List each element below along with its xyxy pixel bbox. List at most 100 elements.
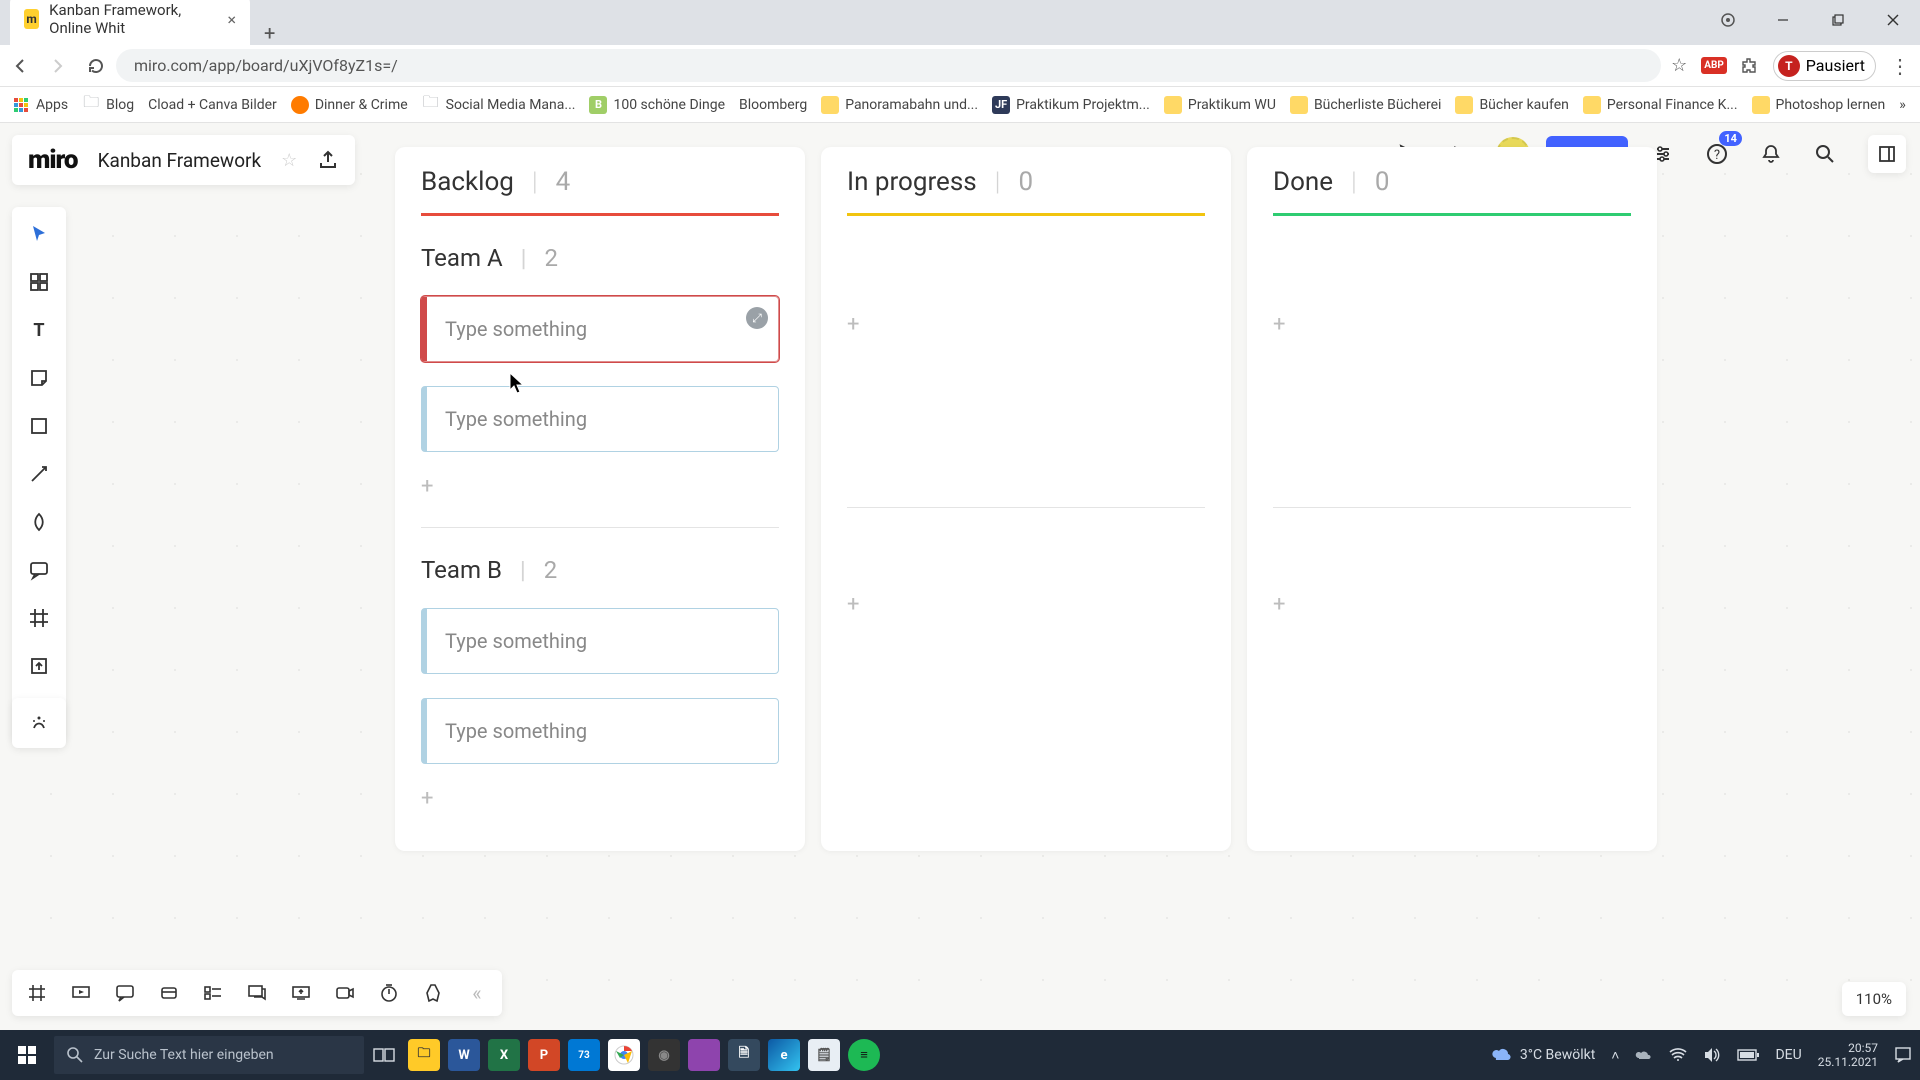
- kanban-column-done[interactable]: Done | 0 + +: [1247, 147, 1657, 851]
- zoom-level[interactable]: 110%: [1842, 982, 1906, 1016]
- bookmark-item[interactable]: Panoramabahn und...: [821, 96, 978, 114]
- export-icon[interactable]: [317, 149, 339, 171]
- taskbar-app-calendar[interactable]: 73: [564, 1035, 604, 1075]
- bookmark-item[interactable]: Bloomberg: [739, 97, 807, 113]
- tray-onedrive-icon[interactable]: [1635, 1048, 1653, 1062]
- taskbar-app-misc1[interactable]: [684, 1035, 724, 1075]
- new-tab-button[interactable]: +: [250, 21, 289, 45]
- bookmark-item[interactable]: Cload + Canva Bilder: [148, 97, 277, 113]
- text-tool-icon[interactable]: T: [22, 313, 56, 347]
- kanban-card[interactable]: Type something: [421, 698, 779, 764]
- notifications-icon[interactable]: [1752, 135, 1790, 173]
- bookmark-item[interactable]: 🗀Social Media Mana...: [422, 96, 576, 114]
- maximize-button[interactable]: [1810, 0, 1865, 40]
- bookmark-overflow-icon[interactable]: »: [1899, 97, 1906, 113]
- bookmark-item[interactable]: Personal Finance K...: [1583, 96, 1738, 114]
- bookmark-item[interactable]: JFPraktikum Projektm...: [992, 96, 1150, 114]
- taskbar-app-excel[interactable]: X: [484, 1035, 524, 1075]
- shape-tool-icon[interactable]: [22, 409, 56, 443]
- kanban-card[interactable]: Type something ⤢: [421, 296, 779, 362]
- frames-tool-icon[interactable]: [20, 976, 54, 1010]
- screen-share-tool-icon[interactable]: [284, 976, 318, 1010]
- abp-extension-icon[interactable]: ABP: [1701, 57, 1727, 74]
- taskbar-app-notepad[interactable]: 🗒: [804, 1035, 844, 1075]
- tray-date[interactable]: 25.11.2021: [1818, 1055, 1878, 1069]
- help-icon[interactable]: ? 14: [1698, 135, 1736, 173]
- magic-tool-icon[interactable]: [22, 706, 56, 740]
- miro-logo[interactable]: miro: [28, 145, 78, 175]
- bookmark-apps[interactable]: Apps: [12, 96, 68, 114]
- close-window-button[interactable]: [1865, 0, 1920, 40]
- taskbar-app-explorer[interactable]: 🗀: [404, 1035, 444, 1075]
- taskbar-app-powerpoint[interactable]: P: [524, 1035, 564, 1075]
- presentation-tool-icon[interactable]: [64, 976, 98, 1010]
- add-card-button[interactable]: +: [847, 592, 1205, 617]
- pen-tool-icon[interactable]: [22, 505, 56, 539]
- kanban-column-backlog[interactable]: Backlog | 4 Team A | 2 Type something ⤢ …: [395, 147, 805, 851]
- favorite-star-icon[interactable]: ☆: [281, 150, 297, 171]
- chrome-badge-icon[interactable]: [1700, 0, 1755, 40]
- back-button[interactable]: [10, 56, 30, 76]
- expand-card-icon[interactable]: ⤢: [746, 307, 768, 329]
- kanban-column-inprogress[interactable]: In progress | 0 + +: [821, 147, 1231, 851]
- bookmark-item[interactable]: Bücher kaufen: [1455, 96, 1568, 114]
- select-tool-icon[interactable]: [22, 217, 56, 251]
- add-card-button[interactable]: +: [421, 786, 779, 811]
- toggle-panel-icon[interactable]: [1868, 135, 1906, 173]
- bookmark-item[interactable]: B100 schöne Dinge: [589, 96, 725, 114]
- add-card-button[interactable]: +: [1273, 592, 1631, 617]
- minimize-button[interactable]: [1755, 0, 1810, 40]
- kanban-card[interactable]: Type something: [421, 608, 779, 674]
- tray-network-icon[interactable]: [1669, 1048, 1687, 1062]
- chat-tool-icon[interactable]: [240, 976, 274, 1010]
- tray-language[interactable]: DEU: [1775, 1047, 1801, 1063]
- weather-widget[interactable]: 3°C Bewölkt: [1490, 1044, 1595, 1066]
- timer-tool-icon[interactable]: [372, 976, 406, 1010]
- card-panel-icon[interactable]: [152, 976, 186, 1010]
- board-title[interactable]: Kanban Framework: [98, 149, 262, 172]
- bookmark-star-icon[interactable]: ☆: [1671, 55, 1687, 76]
- add-card-button[interactable]: +: [847, 312, 1205, 337]
- tab-close-icon[interactable]: ×: [227, 10, 236, 29]
- chrome-menu-icon[interactable]: ⋮: [1890, 54, 1910, 78]
- add-card-button[interactable]: +: [1273, 312, 1631, 337]
- sticky-note-tool-icon[interactable]: [22, 361, 56, 395]
- address-bar[interactable]: miro.com/app/board/uXjVOf8yZ1s=/: [116, 49, 1661, 82]
- taskbar-app-chrome[interactable]: [604, 1035, 644, 1075]
- extensions-icon[interactable]: [1741, 57, 1759, 75]
- upload-tool-icon[interactable]: [22, 649, 56, 683]
- taskbar-app-edge[interactable]: e: [764, 1035, 804, 1075]
- comment-tool-icon[interactable]: [22, 553, 56, 587]
- taskbar-app-word[interactable]: W: [444, 1035, 484, 1075]
- taskbar-app-misc2[interactable]: 🗎: [724, 1035, 764, 1075]
- templates-tool-icon[interactable]: [22, 265, 56, 299]
- browser-tab[interactable]: m Kanban Framework, Online Whit ×: [10, 0, 250, 45]
- frame-tool-icon[interactable]: [22, 601, 56, 635]
- collapse-toolbar-icon[interactable]: «: [460, 976, 494, 1010]
- bookmark-item[interactable]: Photoshop lernen: [1752, 96, 1886, 114]
- taskbar-search[interactable]: Zur Suche Text hier eingeben: [54, 1036, 364, 1074]
- start-button[interactable]: [0, 1045, 54, 1065]
- search-icon[interactable]: [1806, 135, 1844, 173]
- activity-tool-icon[interactable]: [196, 976, 230, 1010]
- tray-notifications-icon[interactable]: [1894, 1046, 1912, 1064]
- video-tool-icon[interactable]: [328, 976, 362, 1010]
- taskbar-app-spotify[interactable]: ≡: [844, 1035, 884, 1075]
- profile-badge[interactable]: T Pausiert: [1773, 51, 1876, 81]
- task-view-icon[interactable]: [364, 1035, 404, 1075]
- connection-line-tool-icon[interactable]: [22, 457, 56, 491]
- bookmark-item[interactable]: 🗀Blog: [82, 96, 134, 114]
- tray-battery-icon[interactable]: [1737, 1049, 1759, 1061]
- comments-panel-icon[interactable]: [108, 976, 142, 1010]
- taskbar-app-obs[interactable]: ◉: [644, 1035, 684, 1075]
- tray-time[interactable]: 20:57: [1848, 1041, 1878, 1055]
- tray-volume-icon[interactable]: [1703, 1047, 1721, 1063]
- add-card-button[interactable]: +: [421, 474, 779, 499]
- bookmark-item[interactable]: Praktikum WU: [1164, 96, 1276, 114]
- kanban-card[interactable]: Type something: [421, 386, 779, 452]
- bookmark-item[interactable]: Dinner & Crime: [291, 96, 408, 114]
- reload-button[interactable]: [86, 56, 106, 76]
- voting-tool-icon[interactable]: [416, 976, 450, 1010]
- bookmark-item[interactable]: Bücherliste Bücherei: [1290, 96, 1442, 114]
- tray-overflow-icon[interactable]: ˄: [1611, 1047, 1619, 1064]
